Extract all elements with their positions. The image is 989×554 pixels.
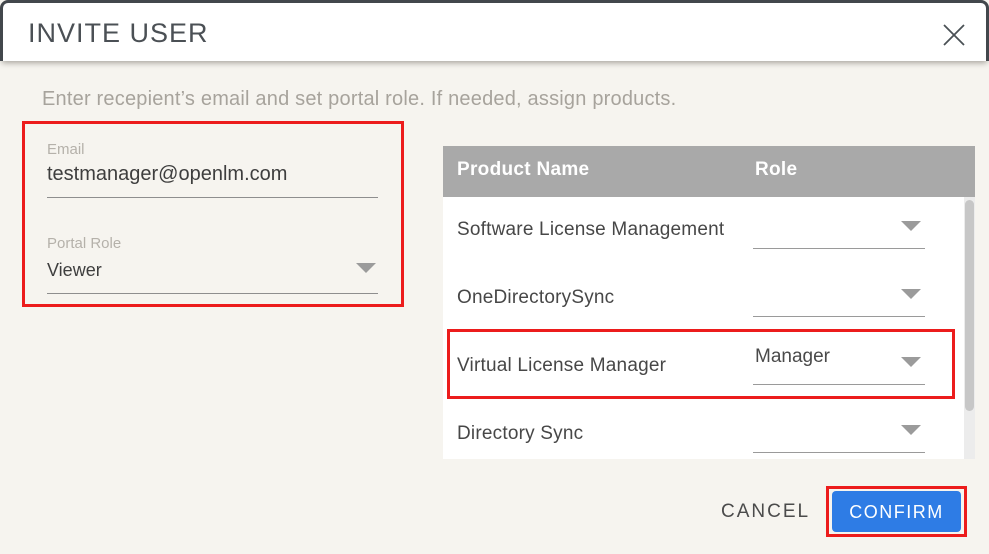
product-name: Directory Sync: [457, 423, 583, 445]
column-header-role: Role: [755, 159, 797, 181]
close-icon: [941, 22, 967, 48]
chevron-down-icon[interactable]: [901, 425, 921, 435]
email-label: Email: [47, 141, 85, 158]
email-input[interactable]: testmanager@openlm.com: [47, 163, 287, 186]
role-select[interactable]: [753, 401, 925, 459]
product-name: Virtual License Manager: [457, 355, 666, 377]
cancel-button[interactable]: CANCEL: [721, 501, 810, 523]
role-select[interactable]: Manager: [753, 333, 925, 401]
dialog-header: INVITE USER: [0, 0, 989, 61]
email-input-underline: [47, 197, 378, 198]
product-name: OneDirectorySync: [457, 287, 614, 309]
chevron-down-icon[interactable]: [356, 263, 376, 273]
table-row: OneDirectorySync: [443, 265, 975, 333]
chevron-down-icon[interactable]: [901, 221, 921, 231]
products-table: Product Name Role Software License Manag…: [443, 146, 975, 459]
role-value: Manager: [755, 346, 830, 368]
portal-role-select[interactable]: Viewer: [47, 260, 102, 281]
table-row: Virtual License Manager Manager: [443, 333, 975, 401]
column-header-product-name: Product Name: [457, 159, 589, 181]
role-select-underline: [753, 452, 925, 453]
role-select-underline: [753, 248, 925, 249]
invite-user-dialog: INVITE USER Enter recepient’s email and …: [0, 0, 989, 554]
table-scrollbar-track[interactable]: [964, 197, 975, 459]
role-select[interactable]: [753, 197, 925, 265]
role-select-underline: [753, 384, 925, 385]
dialog-title: INVITE USER: [28, 18, 209, 49]
table-row: Directory Sync: [443, 401, 975, 459]
instruction-text: Enter recepient’s email and set portal r…: [42, 88, 676, 111]
chevron-down-icon[interactable]: [901, 289, 921, 299]
table-header: Product Name Role: [443, 146, 975, 197]
role-select-underline: [753, 316, 925, 317]
chevron-down-icon[interactable]: [901, 357, 921, 367]
product-name: Software License Management: [457, 219, 724, 241]
portal-role-label: Portal Role: [47, 235, 121, 252]
table-row: Software License Management: [443, 197, 975, 265]
close-button[interactable]: [941, 22, 967, 48]
table-scrollbar-thumb[interactable]: [965, 200, 974, 411]
confirm-button[interactable]: CONFIRM: [832, 491, 961, 532]
role-select[interactable]: [753, 265, 925, 333]
portal-role-underline: [47, 293, 378, 294]
